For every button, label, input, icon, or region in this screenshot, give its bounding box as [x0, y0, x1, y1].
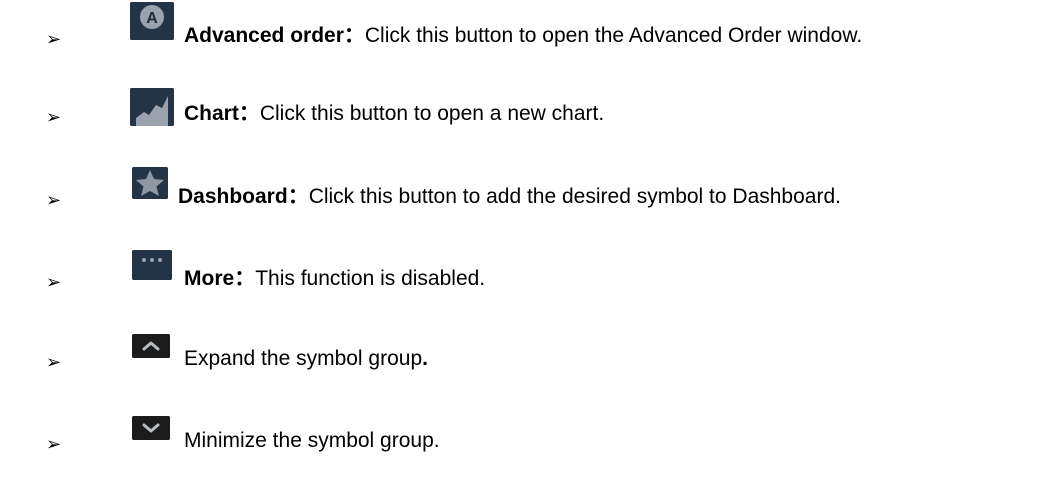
advanced-order-icon-letter: A — [146, 10, 158, 27]
list-item-label: Advanced order — [184, 24, 344, 47]
label-separator: ： — [238, 102, 260, 125]
list-item-dashboard: ➢ Dashboard：Click this button to add the… — [0, 164, 1042, 220]
list-item-description: Click this button to open a new chart. — [259, 102, 605, 125]
list-item-minimize: ➢ Minimize the symbol group. — [0, 410, 1042, 466]
more-icon — [132, 250, 172, 280]
bullet-arrow: ➢ — [46, 29, 62, 49]
list-item-text: More：This function is disabled. — [184, 267, 485, 291]
list-item-text: Dashboard：Click this button to add the d… — [178, 185, 841, 209]
label-separator: ： — [287, 185, 309, 208]
bullet-arrow: ➢ — [46, 272, 62, 292]
list-item-description: Minimize the symbol group. — [184, 429, 440, 452]
label-separator: ： — [234, 267, 256, 290]
bullet-arrow: ➢ — [46, 107, 62, 127]
list-item-text: Minimize the symbol group. — [184, 429, 440, 453]
list-item-description: Click this button to open the Advanced O… — [364, 24, 863, 47]
list-item-more: ➢ More：This function is disabled. — [0, 246, 1042, 302]
list-item-advanced-order: ➢ A Advanced order：Click this button to … — [0, 0, 1042, 56]
list-item-label: Dashboard — [178, 185, 288, 208]
list-item-description: Click this button to add the desired sym… — [308, 185, 841, 208]
list-item-text: Advanced order：Click this button to open… — [184, 24, 862, 48]
list-item-text: Chart：Click this button to open a new ch… — [184, 102, 604, 126]
period: . — [422, 347, 428, 370]
list-item-description: Expand the symbol group — [184, 347, 423, 370]
chevron-down-icon — [132, 416, 170, 440]
bullet-arrow: ➢ — [46, 352, 62, 372]
chart-icon — [130, 88, 174, 126]
chevron-up-icon — [132, 334, 170, 358]
bullet-arrow: ➢ — [46, 190, 62, 210]
list-item-expand: ➢ Expand the symbol group. — [0, 328, 1042, 384]
list-item-label: Chart — [184, 102, 239, 125]
list-item-description: This function is disabled. — [255, 267, 486, 290]
label-separator: ： — [343, 24, 365, 47]
toolbar-button-descriptions: ➢ A Advanced order：Click this button to … — [0, 0, 1042, 478]
list-item-chart: ➢ Chart：Click this button to open a new … — [0, 82, 1042, 138]
list-item-label: More — [184, 267, 235, 290]
advanced-order-icon: A — [130, 2, 174, 40]
star-icon — [132, 167, 168, 199]
bullet-arrow: ➢ — [46, 434, 62, 454]
list-item-text: Expand the symbol group. — [184, 347, 428, 371]
